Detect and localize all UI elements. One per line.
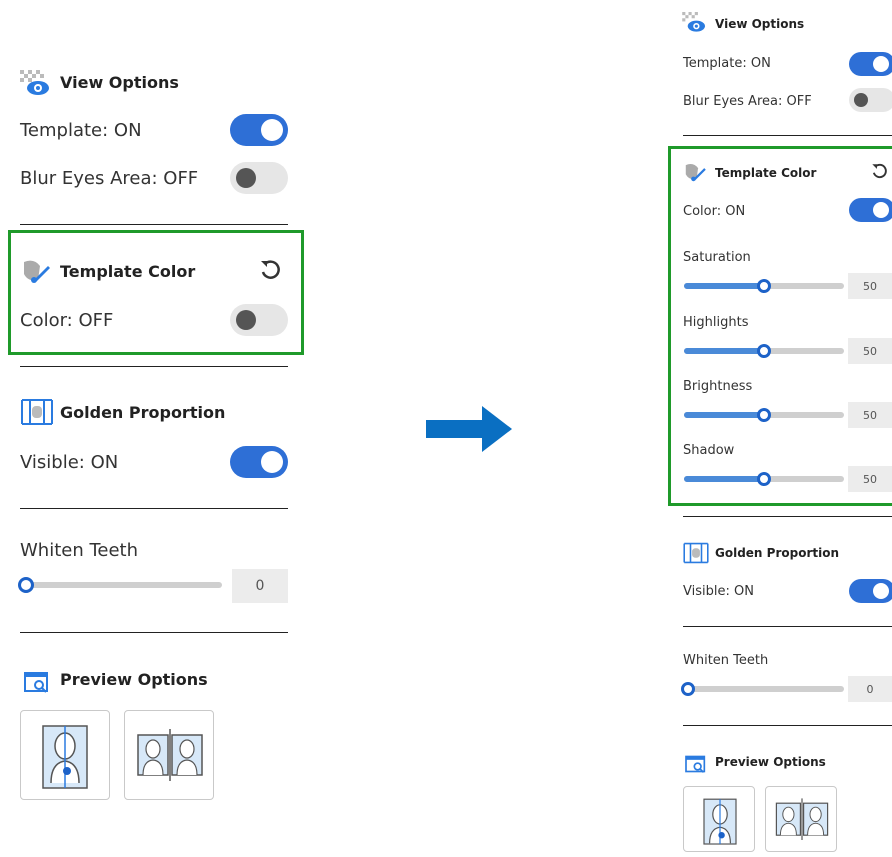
reset-icon[interactable]: [870, 162, 890, 182]
color-label: Color: OFF: [20, 310, 114, 331]
saturation-value[interactable]: 50: [848, 273, 892, 299]
blur-eyes-toggle[interactable]: [230, 162, 288, 194]
template-toggle[interactable]: [230, 114, 288, 146]
template-color-title: Template Color: [60, 262, 196, 281]
divider: [20, 508, 288, 509]
brightness-value[interactable]: 50: [848, 402, 892, 428]
template-color-title: Template Color: [715, 166, 817, 180]
view-options-icon: [20, 70, 50, 98]
shadow-label: Shadow: [683, 443, 735, 458]
golden-proportion-title: Golden Proportion: [715, 546, 840, 560]
arrow-right-icon: [424, 404, 514, 454]
whiten-teeth-value[interactable]: 0: [232, 569, 288, 603]
blur-eyes-toggle[interactable]: [849, 88, 892, 112]
highlights-label: Highlights: [683, 315, 749, 330]
highlight-box: [8, 230, 304, 355]
visible-label: Visible: ON: [683, 584, 754, 599]
split-face-icon: [775, 798, 829, 840]
visible-toggle[interactable]: [230, 446, 288, 478]
preview-icon: [685, 754, 707, 774]
view-options-title: View Options: [60, 73, 179, 92]
blur-eyes-label: Blur Eyes Area: OFF: [20, 168, 199, 189]
blur-eyes-label: Blur Eyes Area: OFF: [683, 94, 812, 109]
preview-icon: [24, 670, 50, 694]
whiten-teeth-value[interactable]: 0: [848, 676, 892, 702]
golden-proportion-title: Golden Proportion: [60, 403, 226, 422]
split-face-icon: [137, 729, 203, 781]
whiten-teeth-slider[interactable]: [681, 682, 844, 696]
preview-options-title: Preview Options: [715, 755, 826, 769]
template-toggle[interactable]: [849, 52, 892, 76]
divider: [20, 632, 288, 633]
divider: [20, 224, 288, 225]
side-by-side-preview-button[interactable]: [124, 710, 214, 800]
paint-brush-icon: [682, 162, 708, 182]
divider: [683, 725, 892, 726]
golden-proportion-icon: [20, 398, 54, 426]
shadow-slider[interactable]: [684, 472, 844, 486]
golden-proportion-icon: [682, 542, 710, 564]
single-preview-button[interactable]: [683, 786, 755, 852]
single-preview-button[interactable]: [20, 710, 110, 800]
view-options-icon: [682, 12, 706, 34]
whiten-teeth-label: Whiten Teeth: [683, 653, 769, 668]
color-toggle[interactable]: [849, 198, 892, 222]
shadow-value[interactable]: 50: [848, 466, 892, 492]
slider-thumb[interactable]: [18, 577, 34, 593]
brightness-label: Brightness: [683, 379, 753, 394]
slider-thumb[interactable]: [757, 344, 771, 358]
highlights-slider[interactable]: [684, 344, 844, 358]
panel-after: View Options Template: ON Blur Eyes Area…: [668, 0, 892, 853]
visible-label: Visible: ON: [20, 452, 119, 473]
preview-options-title: Preview Options: [60, 670, 208, 689]
slider-thumb[interactable]: [757, 408, 771, 422]
slider-thumb[interactable]: [681, 682, 695, 696]
saturation-label: Saturation: [683, 250, 751, 265]
divider: [20, 366, 288, 367]
visible-toggle[interactable]: [849, 579, 892, 603]
divider: [683, 516, 892, 517]
divider: [683, 135, 892, 136]
paint-brush-icon: [20, 258, 52, 284]
slider-thumb[interactable]: [757, 472, 771, 486]
saturation-slider[interactable]: [684, 279, 844, 293]
color-label: Color: ON: [683, 204, 746, 219]
reset-icon[interactable]: [258, 258, 284, 284]
whiten-teeth-slider[interactable]: [18, 577, 222, 593]
brightness-slider[interactable]: [684, 408, 844, 422]
highlights-value[interactable]: 50: [848, 338, 892, 364]
slider-thumb[interactable]: [757, 279, 771, 293]
color-toggle[interactable]: [230, 304, 288, 336]
view-options-title: View Options: [715, 17, 805, 31]
whiten-teeth-label: Whiten Teeth: [20, 540, 139, 561]
face-half-icon: [703, 798, 737, 845]
face-half-icon: [42, 725, 88, 789]
template-label: Template: ON: [20, 120, 142, 141]
divider: [683, 626, 892, 627]
template-label: Template: ON: [683, 56, 771, 71]
side-by-side-preview-button[interactable]: [765, 786, 837, 852]
panel-before: View Options Template: ON Blur Eyes Area…: [0, 0, 310, 853]
